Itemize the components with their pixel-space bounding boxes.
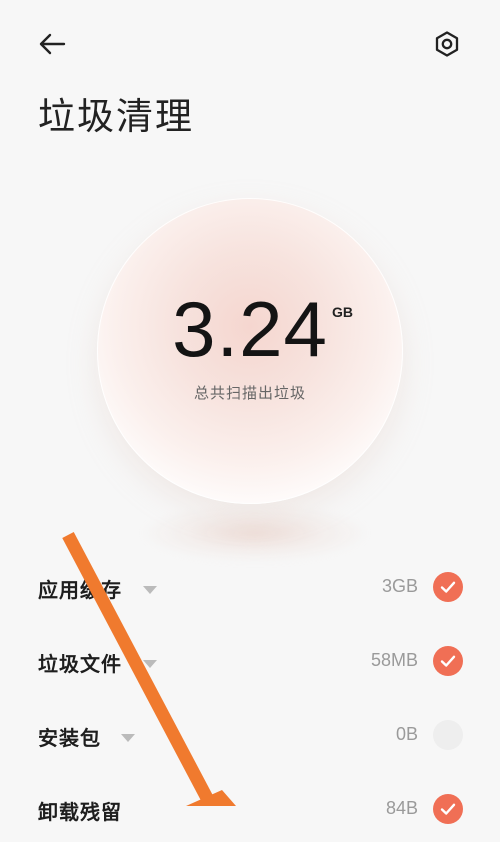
list-item-uninstall-residue[interactable]: 卸载残留 84B bbox=[0, 782, 500, 842]
junk-size-caption: 总共扫描出垃圾 bbox=[193, 384, 306, 402]
item-checkbox[interactable] bbox=[433, 572, 463, 602]
item-checkbox[interactable] bbox=[433, 794, 463, 824]
gauge-shadow bbox=[145, 505, 365, 561]
item-checkbox[interactable] bbox=[433, 646, 463, 676]
item-checkbox[interactable] bbox=[433, 720, 463, 750]
item-size: 58MB bbox=[370, 650, 418, 670]
junk-size-value: 3.24 bbox=[172, 285, 328, 373]
chevron-down-icon[interactable] bbox=[121, 734, 135, 742]
back-button[interactable] bbox=[30, 24, 74, 64]
checkmark-icon bbox=[440, 803, 456, 815]
item-label: 卸载残留 bbox=[38, 800, 122, 824]
item-size: 0B bbox=[395, 724, 418, 744]
list-item-install-packages[interactable]: 安装包 0B bbox=[0, 708, 500, 768]
junk-size-unit: GB bbox=[332, 304, 353, 320]
checkmark-icon bbox=[440, 655, 456, 667]
top-bar bbox=[0, 0, 500, 88]
arrow-left-icon bbox=[39, 33, 66, 55]
settings-button[interactable] bbox=[424, 22, 470, 66]
item-size: 84B bbox=[385, 798, 418, 818]
junk-size-gauge: 3.24 GB 总共扫描出垃圾 bbox=[97, 198, 403, 504]
item-label: 安装包 bbox=[38, 726, 101, 750]
item-size: 3GB bbox=[381, 576, 418, 596]
chevron-down-icon[interactable] bbox=[143, 586, 157, 594]
page-title: 垃圾清理 bbox=[38, 95, 194, 138]
list-item-junk-files[interactable]: 垃圾文件 58MB bbox=[0, 634, 500, 694]
item-label: 垃圾文件 bbox=[38, 652, 122, 676]
item-label: 应用缓存 bbox=[38, 578, 122, 602]
checkmark-icon bbox=[440, 581, 456, 593]
chevron-down-icon[interactable] bbox=[143, 660, 157, 668]
hexagon-settings-icon bbox=[435, 31, 459, 57]
list-item-app-cache[interactable]: 应用缓存 3GB bbox=[0, 560, 500, 620]
